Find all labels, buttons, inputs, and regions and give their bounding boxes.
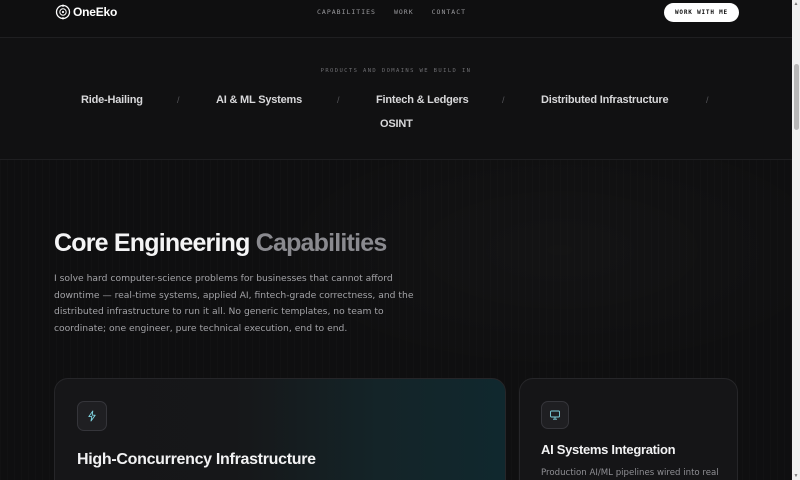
card-title: AI Systems Integration — [541, 442, 676, 457]
page: OneEko CAPABILITIES WORK CONTACT WORK WI… — [0, 0, 792, 480]
domain-ai-ml: AI & ML Systems — [216, 94, 303, 106]
work-with-me-button[interactable]: WORK WITH ME — [664, 3, 739, 22]
card-description: Production AI/ML pipelines wired into re… — [541, 468, 719, 478]
domain-separator: / — [177, 95, 180, 105]
lightning-icon — [88, 410, 96, 422]
card-title: High-Concurrency Infrastructure — [77, 451, 316, 468]
domain-osint: OSINT — [380, 118, 413, 130]
nav-link-capabilities[interactable]: CAPABILITIES — [317, 8, 376, 16]
domains-band: PRODUCTS AND DOMAINS WE BUILD IN Ride-Ha… — [0, 38, 792, 160]
section-title-accent: Capabilities — [255, 229, 388, 257]
logo-text: OneEko — [73, 5, 118, 19]
section-title: Core Engineering Capabilities — [54, 229, 388, 258]
top-nav-bar: OneEko CAPABILITIES WORK CONTACT WORK WI… — [0, 0, 792, 38]
brand-logo[interactable]: OneEko — [55, 4, 117, 20]
nav-link-contact[interactable]: CONTACT — [432, 8, 466, 16]
capability-card-ai-integration[interactable]: AI Systems Integration Production AI/ML … — [519, 378, 738, 480]
logo-icon — [55, 4, 71, 20]
scroll-up-arrow-icon[interactable]: ▲ — [793, 1, 799, 7]
domain-distributed-infra: Distributed Infrastructure — [541, 94, 669, 106]
section-title-main: Core Engineering — [54, 229, 250, 257]
monitor-icon — [550, 410, 560, 420]
card-icon-box — [541, 401, 569, 429]
domain-separator: / — [337, 95, 340, 105]
domain-fintech: Fintech & Ledgers — [376, 94, 469, 106]
nav-link-work[interactable]: WORK — [394, 8, 414, 16]
page-scrollbar[interactable]: ▲ ▼ — [792, 0, 800, 480]
capability-card-infrastructure[interactable]: High-Concurrency Infrastructure — [54, 378, 506, 480]
domain-separator: / — [502, 95, 505, 105]
scrollbar-thumb[interactable] — [793, 64, 799, 130]
card-icon-box — [77, 401, 107, 431]
main-nav: CAPABILITIES WORK CONTACT — [317, 8, 466, 16]
domains-eyebrow: PRODUCTS AND DOMAINS WE BUILD IN — [320, 68, 472, 74]
domain-separator: / — [706, 95, 709, 105]
domain-ride-hailing: Ride-Hailing — [81, 94, 143, 106]
section-description: I solve hard computer-science problems f… — [54, 273, 414, 334]
scroll-down-arrow-icon[interactable]: ▼ — [793, 473, 799, 479]
